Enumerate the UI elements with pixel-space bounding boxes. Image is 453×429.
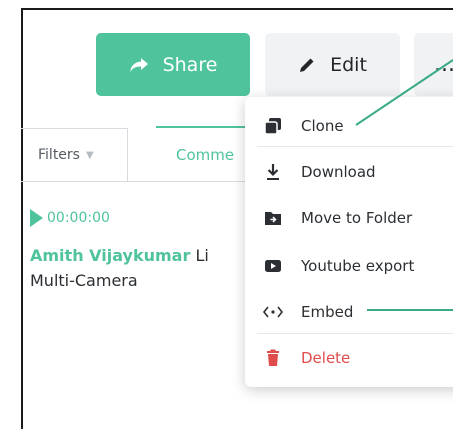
frame-left-border — [21, 8, 23, 429]
tab-comments[interactable]: Comme — [176, 146, 234, 164]
menu-label-clone: Clone — [301, 117, 344, 135]
menu-item-delete[interactable]: Delete — [245, 343, 453, 373]
menu-label-move-to-folder: Move to Folder — [301, 209, 413, 227]
youtube-icon — [262, 255, 284, 277]
frame-top-border — [21, 8, 453, 10]
menu-item-embed[interactable]: Embed — [245, 297, 453, 327]
more-options-button[interactable]: ... — [414, 33, 453, 96]
menu-label-delete: Delete — [301, 349, 351, 367]
trash-icon — [262, 347, 284, 369]
comment-text-start: Li — [195, 246, 209, 265]
play-icon — [30, 209, 43, 227]
comment-text-line1: Amith Vijaykumar Li — [30, 246, 209, 265]
more-options-menu: Clone Download Move to Folder Youtube ex… — [245, 97, 453, 387]
pencil-icon — [298, 56, 316, 74]
comment-author[interactable]: Amith Vijaykumar — [30, 246, 190, 265]
menu-label-embed: Embed — [301, 303, 354, 321]
share-button[interactable]: Share — [96, 33, 250, 96]
share-icon — [129, 57, 149, 73]
filters-label: Filters — [38, 147, 80, 163]
share-label: Share — [162, 53, 218, 76]
clone-icon — [262, 115, 284, 137]
menu-item-clone[interactable]: Clone — [245, 111, 453, 141]
menu-item-youtube-export[interactable]: Youtube export — [245, 251, 453, 281]
folder-icon — [262, 207, 284, 229]
timestamp-text: 00:00:00 — [47, 210, 110, 226]
more-label: ... — [434, 52, 453, 77]
menu-separator — [257, 146, 453, 147]
comment-timestamp[interactable]: 00:00:00 — [30, 209, 110, 227]
edit-label: Edit — [330, 53, 367, 76]
menu-item-download[interactable]: Download — [245, 157, 453, 187]
menu-label-youtube-export: Youtube export — [301, 257, 415, 275]
filters-dropdown[interactable]: Filters ▼ — [21, 128, 128, 182]
download-icon — [262, 161, 284, 183]
edit-button[interactable]: Edit — [265, 33, 400, 96]
embed-icon — [262, 301, 284, 323]
chevron-down-icon: ▼ — [85, 149, 94, 161]
tab-divider — [128, 181, 253, 182]
menu-separator — [257, 333, 453, 334]
menu-label-download: Download — [301, 163, 376, 181]
tab-comments-label: Comme — [176, 146, 235, 164]
comment-text-line2: Multi-Camera — [30, 271, 138, 290]
menu-item-move-to-folder[interactable]: Move to Folder — [245, 203, 453, 233]
